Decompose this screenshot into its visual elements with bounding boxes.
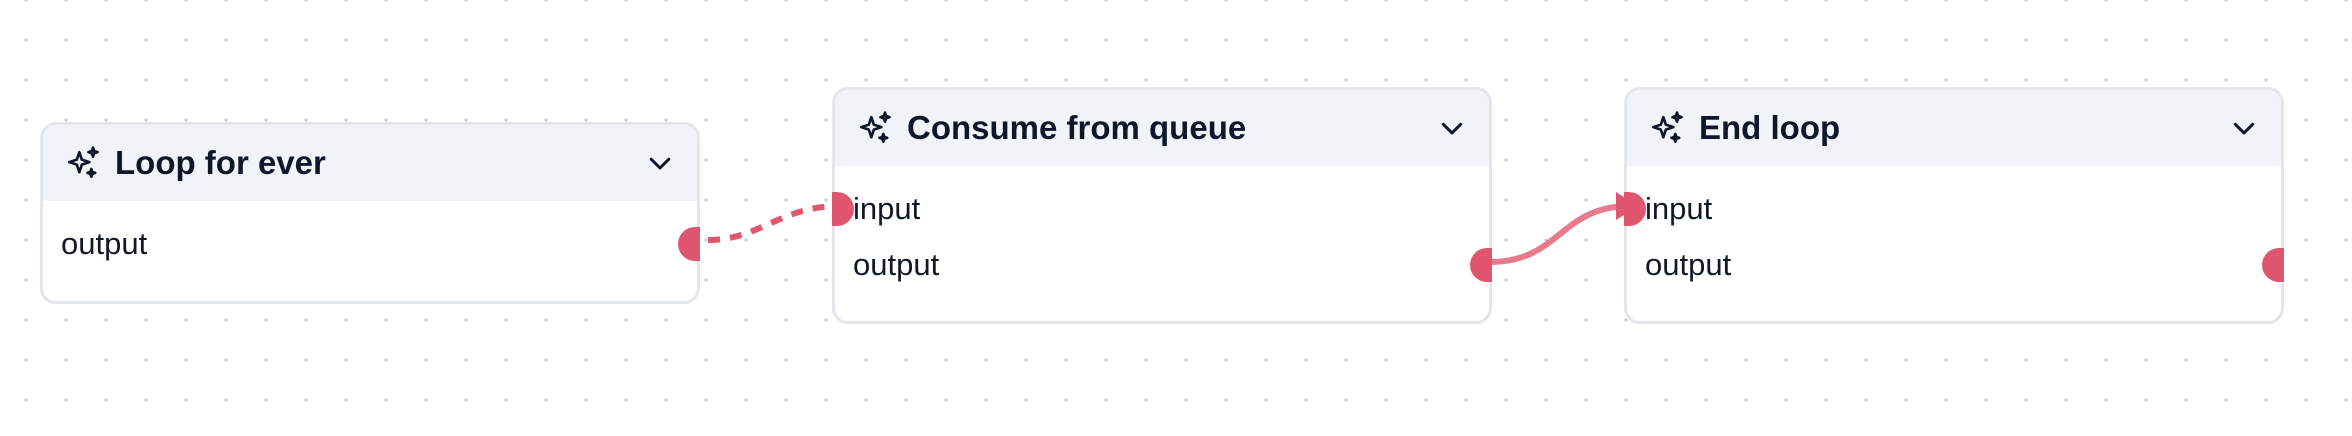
edge-consume-to-end[interactable] [1489, 203, 1631, 265]
node-end-loop[interactable]: End loop input output [1624, 87, 2284, 324]
node-title: Consume from queue [907, 109, 1247, 146]
output-port-label: output [1645, 247, 1732, 282]
port-row-input: input [1624, 189, 2281, 229]
chevron-down-icon[interactable] [2227, 111, 2261, 145]
port-row-output: output [43, 224, 700, 264]
node-consume-from-queue[interactable]: Consume from queue input output [832, 87, 1492, 324]
node-header[interactable]: End loop [1627, 90, 2281, 166]
node-title: Loop for ever [115, 144, 326, 181]
output-port-handle[interactable] [1470, 248, 1492, 282]
sparkles-icon [855, 108, 895, 148]
sparkles-icon [63, 143, 103, 183]
chevron-down-icon[interactable] [643, 146, 677, 180]
output-port-handle[interactable] [678, 227, 700, 261]
sparkles-icon [1647, 108, 1687, 148]
node-header[interactable]: Loop for ever [43, 125, 697, 201]
port-row-input: input [832, 189, 1489, 229]
port-row-output: output [835, 245, 1492, 285]
node-title: End loop [1699, 109, 1841, 146]
edge-loop-to-consume[interactable] [707, 203, 841, 243]
flow-canvas[interactable]: Loop for ever output Consume from queue [0, 0, 2352, 436]
output-port-label: output [61, 226, 148, 261]
output-port-handle[interactable] [2262, 248, 2284, 282]
port-row-output: output [1627, 245, 2284, 285]
node-loop-for-ever[interactable]: Loop for ever output [40, 122, 700, 304]
output-port-label: output [853, 247, 940, 282]
node-header[interactable]: Consume from queue [835, 90, 1489, 166]
chevron-down-icon[interactable] [1435, 111, 1469, 145]
